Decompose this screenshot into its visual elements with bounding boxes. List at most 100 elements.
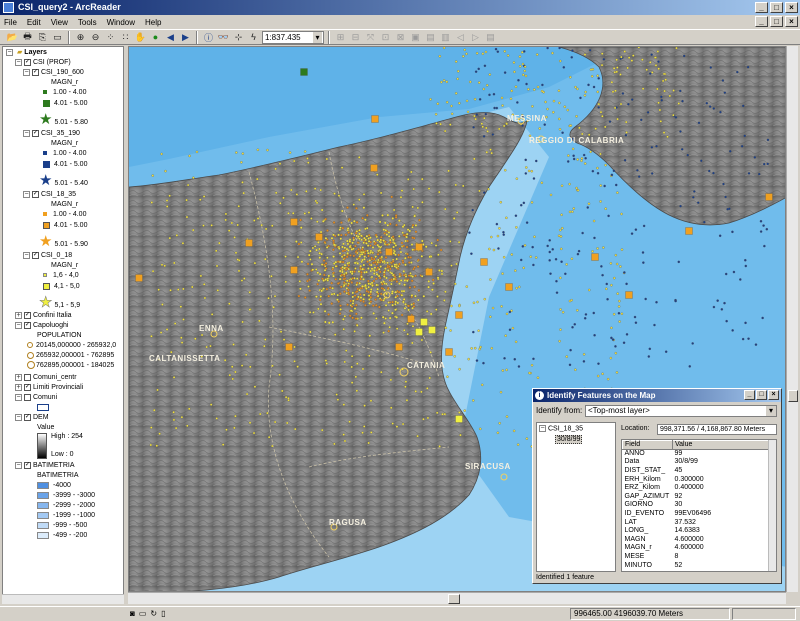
earthquake-point[interactable] (583, 94, 587, 97)
earthquake-point[interactable] (625, 282, 628, 286)
earthquake-point[interactable] (258, 412, 262, 416)
earthquake-point[interactable] (512, 61, 516, 64)
earthquake-point[interactable] (533, 235, 536, 239)
earthquake-point[interactable] (596, 90, 599, 94)
earthquake-point[interactable] (475, 359, 479, 362)
earthquake-point[interactable] (591, 169, 595, 173)
earthquake-point[interactable] (324, 236, 328, 240)
earthquake-point[interactable] (482, 135, 486, 138)
earthquake-point[interactable] (320, 428, 324, 432)
earthquake-point[interactable] (395, 223, 398, 227)
earthquake-point[interactable] (191, 228, 195, 232)
earthquake-point[interactable] (641, 87, 645, 90)
earthquake-point[interactable] (181, 242, 185, 245)
earthquake-point[interactable] (160, 152, 163, 156)
earthquake-point[interactable] (741, 337, 745, 341)
earthquake-point[interactable] (519, 258, 523, 262)
earthquake-point[interactable] (364, 283, 367, 287)
earthquake-point[interactable] (376, 243, 380, 247)
earthquake-point[interactable] (564, 272, 567, 276)
earthquake-point[interactable] (400, 293, 404, 297)
earthquake-point[interactable] (414, 224, 418, 227)
earthquake-point[interactable] (396, 367, 399, 370)
earthquake-point[interactable] (686, 153, 690, 157)
earthquake-point[interactable] (367, 233, 371, 237)
earthquake-point[interactable] (351, 299, 355, 303)
earthquake-point[interactable] (339, 308, 342, 311)
earthquake-point[interactable] (572, 157, 576, 161)
earthquake-point[interactable] (349, 299, 353, 303)
menu-tools[interactable]: Tools (78, 18, 97, 27)
earthquake-point[interactable] (619, 73, 622, 76)
earthquake-point[interactable] (637, 175, 641, 178)
layout-view-icon[interactable]: ◙ (130, 609, 135, 618)
earthquake-point[interactable] (389, 406, 393, 410)
earthquake-point[interactable] (525, 82, 528, 86)
earthquake-point[interactable] (343, 257, 346, 260)
earthquake-point[interactable] (370, 164, 378, 172)
earthquake-point[interactable] (362, 241, 366, 245)
earthquake-point[interactable] (243, 277, 246, 280)
earthquake-point[interactable] (661, 79, 665, 83)
earthquake-point[interactable] (477, 81, 481, 84)
earthquake-point[interactable] (237, 269, 241, 273)
earthquake-point[interactable] (234, 251, 238, 255)
earthquake-point[interactable] (747, 172, 751, 175)
earthquake-point[interactable] (766, 162, 769, 166)
earthquake-point[interactable] (343, 246, 347, 250)
earthquake-point[interactable] (597, 362, 600, 365)
earthquake-point[interactable] (566, 108, 570, 112)
earthquake-point[interactable] (307, 253, 311, 257)
earthquake-point[interactable] (454, 60, 458, 63)
earthquake-point[interactable] (360, 247, 364, 251)
earthquake-point[interactable] (397, 235, 401, 238)
earthquake-point[interactable] (549, 272, 552, 275)
earthquake-point[interactable] (381, 260, 385, 264)
earthquake-point[interactable] (619, 102, 623, 106)
earthquake-point[interactable] (332, 243, 336, 247)
earthquake-point[interactable] (597, 106, 600, 109)
earthquake-point[interactable] (616, 292, 619, 295)
earthquake-point[interactable] (615, 58, 618, 62)
earthquake-point[interactable] (205, 345, 208, 349)
earthquake-point[interactable] (682, 54, 686, 58)
earthquake-point[interactable] (368, 298, 371, 301)
earthquake-point[interactable] (358, 293, 362, 296)
earthquake-point[interactable] (610, 80, 614, 84)
earthquake-point[interactable] (335, 393, 338, 396)
earthquake-point[interactable] (410, 279, 414, 283)
earthquake-point[interactable] (720, 308, 724, 311)
col-header-value[interactable]: Value (672, 440, 770, 450)
earthquake-point[interactable] (307, 285, 310, 288)
earthquake-point[interactable] (343, 360, 347, 364)
earthquake-point[interactable] (401, 422, 405, 426)
earthquake-point[interactable] (157, 288, 160, 291)
earthquake-point[interactable] (653, 323, 656, 327)
earthquake-point[interactable] (357, 235, 360, 238)
menu-file[interactable]: File (4, 18, 17, 27)
earthquake-point[interactable] (614, 345, 617, 348)
earthquake-point[interactable] (372, 257, 376, 261)
earthquake-point[interactable] (334, 277, 338, 281)
earthquake-point[interactable] (429, 98, 432, 101)
earthquake-point[interactable] (422, 294, 426, 298)
earthquake-point[interactable] (616, 66, 619, 69)
earthquake-point[interactable] (182, 287, 185, 291)
earthquake-point[interactable] (501, 369, 505, 372)
collapse-icon[interactable]: − (23, 251, 30, 259)
earthquake-point[interactable] (319, 188, 322, 192)
earthquake-point[interactable] (333, 442, 336, 446)
earthquake-point[interactable] (349, 254, 352, 257)
earthquake-point[interactable] (308, 278, 311, 282)
earthquake-point[interactable] (210, 313, 214, 316)
earthquake-point[interactable] (231, 377, 235, 381)
earthquake-point[interactable] (361, 250, 365, 254)
earthquake-point[interactable] (483, 116, 486, 120)
earthquake-point[interactable] (377, 267, 381, 271)
earthquake-point[interactable] (311, 246, 315, 250)
earthquake-point[interactable] (358, 198, 361, 201)
earthquake-point[interactable] (543, 123, 546, 126)
earthquake-point[interactable] (521, 62, 525, 66)
collapse-icon[interactable]: − (6, 48, 13, 56)
earthquake-point[interactable] (455, 262, 458, 266)
